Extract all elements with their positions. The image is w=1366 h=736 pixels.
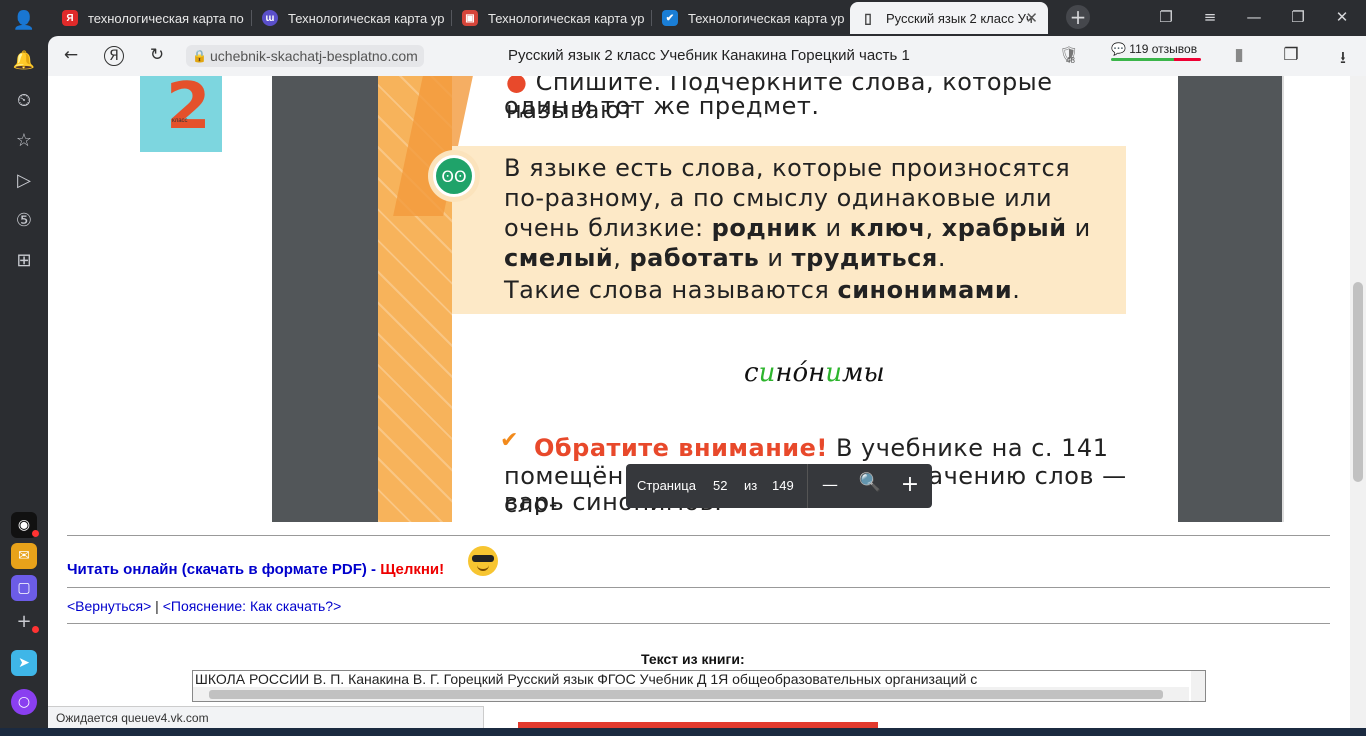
tab-title: Технологическая карта ур (288, 10, 445, 26)
page-label: Страница (637, 478, 696, 493)
page-favicon-icon: ▯ (864, 9, 872, 26)
bookmark-icon[interactable]: ▮ (1228, 45, 1250, 65)
rule-line-2: по-разному, а по смыслу одинаковые или (504, 184, 1053, 212)
tab-3[interactable]: ▣ Технологическая карта ур (452, 2, 648, 34)
howto-link[interactable]: <Пояснение: Как скачать?> (163, 598, 342, 614)
send-app-icon[interactable]: ➤ (11, 650, 37, 676)
tab-2[interactable]: ɯ Технологическая карта ур (252, 2, 448, 34)
tab-collections-icon[interactable]: ❐ (1156, 8, 1176, 26)
vertical-scrollbar[interactable] (1191, 671, 1205, 701)
tab-active[interactable]: ▯ Русский язык 2 класс Уч ✕ (850, 2, 1048, 34)
book-text-heading: Текст из книги: (641, 651, 745, 667)
address-toolbar: ← Я ↻ 🔒 uchebnik-skachatj-besplatno.com … (48, 36, 1366, 76)
notifications-icon[interactable]: 🔔 (12, 48, 36, 72)
rule-line-4: смелый, работать и трудиться. (504, 244, 946, 272)
page-title: Русский язык 2 класс Учебник Канакина Го… (508, 47, 910, 64)
tab-strip: Я технологическая карта по ɯ Технологиче… (48, 0, 1366, 36)
pdf-viewer[interactable]: ● Спишите. Подчеркните слова, которые на… (272, 76, 1284, 522)
history-icon[interactable]: ⏲ (12, 88, 36, 112)
menu-icon[interactable]: ≡ (1200, 8, 1220, 26)
book-text-content: ШКОЛА РОССИИ В. П. Канакина В. Г. Горецк… (195, 671, 978, 687)
zoom-in-button[interactable]: + (898, 472, 922, 497)
new-tab-button[interactable]: + (1066, 5, 1090, 29)
page-content: 2 класс ● Спишите. Подчеркните слова, ко… (48, 76, 1350, 736)
os-taskbar (0, 728, 1366, 736)
page-controls: Страница 52 из 149 — 🔍 + (626, 464, 932, 508)
reviews-rating-bar (1111, 58, 1201, 61)
site-favicon-icon: ▣ (462, 10, 478, 26)
minimize-button[interactable]: — (1244, 8, 1264, 26)
mail-app-icon[interactable]: ✉ (11, 543, 37, 569)
close-tab-icon[interactable]: ✕ (1025, 9, 1038, 27)
url-field[interactable]: 🔒 uchebnik-skachatj-besplatno.com (186, 45, 424, 67)
bookmarks-star-icon[interactable]: ☆ (12, 128, 36, 152)
grade-label: класс (172, 118, 188, 124)
tab-1[interactable]: Я технологическая карта по (52, 2, 248, 34)
read-online-link[interactable]: Читать онлайн (скачать в формате PDF) - … (67, 561, 444, 578)
profile-icon[interactable]: 👤 (12, 8, 36, 32)
apps-grid-icon[interactable]: ⊞ (12, 248, 36, 272)
check-favicon-icon: ✔ (662, 10, 678, 26)
yandex-favicon-icon: Я (62, 10, 78, 26)
handwritten-word: сино́нимы (744, 358, 885, 388)
current-page[interactable]: 52 (713, 478, 727, 493)
status-bar: Ожидается queuev4.vk.com (48, 706, 484, 728)
owl-icon: ʘʘ (428, 150, 480, 202)
tab-title: Технологическая карта ур (488, 10, 645, 26)
zoom-icon[interactable]: 🔍 (858, 472, 882, 493)
grade-number: 2 (166, 76, 211, 144)
back-button[interactable]: ← (60, 45, 82, 65)
reviews-label: 119 отзывов (1129, 42, 1198, 56)
page-scrollbar[interactable] (1350, 76, 1366, 736)
tab-title: Русский язык 2 класс Уч (886, 10, 1033, 26)
close-window-button[interactable]: ✕ (1332, 8, 1352, 26)
book-text-area[interactable]: ШКОЛА РОССИИ В. П. Канакина В. Г. Горецк… (192, 670, 1206, 702)
reviews-button[interactable]: 💬 119 отзывов (1111, 42, 1201, 61)
play-icon[interactable]: ▷ (12, 168, 36, 192)
rule-line-1: В языке есть слова, которые произносятся (504, 154, 1071, 182)
restore-button[interactable]: ❐ (1288, 8, 1308, 26)
horizontal-scrollbar[interactable] (193, 687, 1189, 701)
site-favicon-icon: ɯ (262, 10, 278, 26)
exercise-line-2: один и тот же предмет. (504, 92, 820, 120)
messenger-app-icon[interactable]: ▢ (11, 575, 37, 601)
rule-line-5: Такие слова называются синонимами. (504, 276, 1021, 304)
downloads-icon[interactable]: ⭳ (1332, 45, 1354, 74)
collections-icon[interactable]: ❐ (1280, 45, 1302, 65)
back-link[interactable]: <Вернуться> (67, 598, 151, 614)
nav-links: <Вернуться> | <Пояснение: Как скачать?> (67, 598, 342, 614)
alice-assistant-icon[interactable]: ○ (11, 689, 37, 715)
pencil-check-icon: ✔ (500, 428, 519, 453)
of-label: из (744, 478, 758, 493)
tab-4[interactable]: ✔ Технологическая карта ур (652, 2, 848, 34)
sunglasses-smiley-icon (468, 546, 498, 576)
browser-sidebar: 👤 🔔 ⏲ ☆ ▷ ⑤ ⊞ ◉ ✉ ▢ + ➤ ○ (0, 0, 48, 736)
five-app-icon[interactable]: ⑤ (12, 208, 36, 232)
book-page: ● Спишите. Подчеркните слова, которые на… (378, 76, 1178, 522)
book-cover-thumbnail[interactable]: 2 класс (140, 76, 222, 152)
rule-line-3: очень близкие: родник и ключ, храбрый и (504, 214, 1091, 242)
tab-title: Технологическая карта ур (688, 10, 845, 26)
yandex-button[interactable]: Я (104, 46, 124, 66)
url-domain: uchebnik-skachatj-besplatno.com (210, 48, 418, 64)
attention-line-1: Обратите внимание! В учебнике на с. 141 (534, 434, 1109, 462)
total-pages: 149 (772, 478, 794, 493)
click-label[interactable]: Щелкни! (380, 561, 444, 578)
reload-button[interactable]: ↻ (146, 45, 168, 65)
comment-icon: 💬 (1111, 42, 1126, 56)
lock-icon: 🔒 (192, 49, 207, 63)
protect-count: 48 (1066, 56, 1075, 65)
tab-title: технологическая карта по (88, 10, 244, 26)
zoom-out-button[interactable]: — (818, 475, 842, 494)
